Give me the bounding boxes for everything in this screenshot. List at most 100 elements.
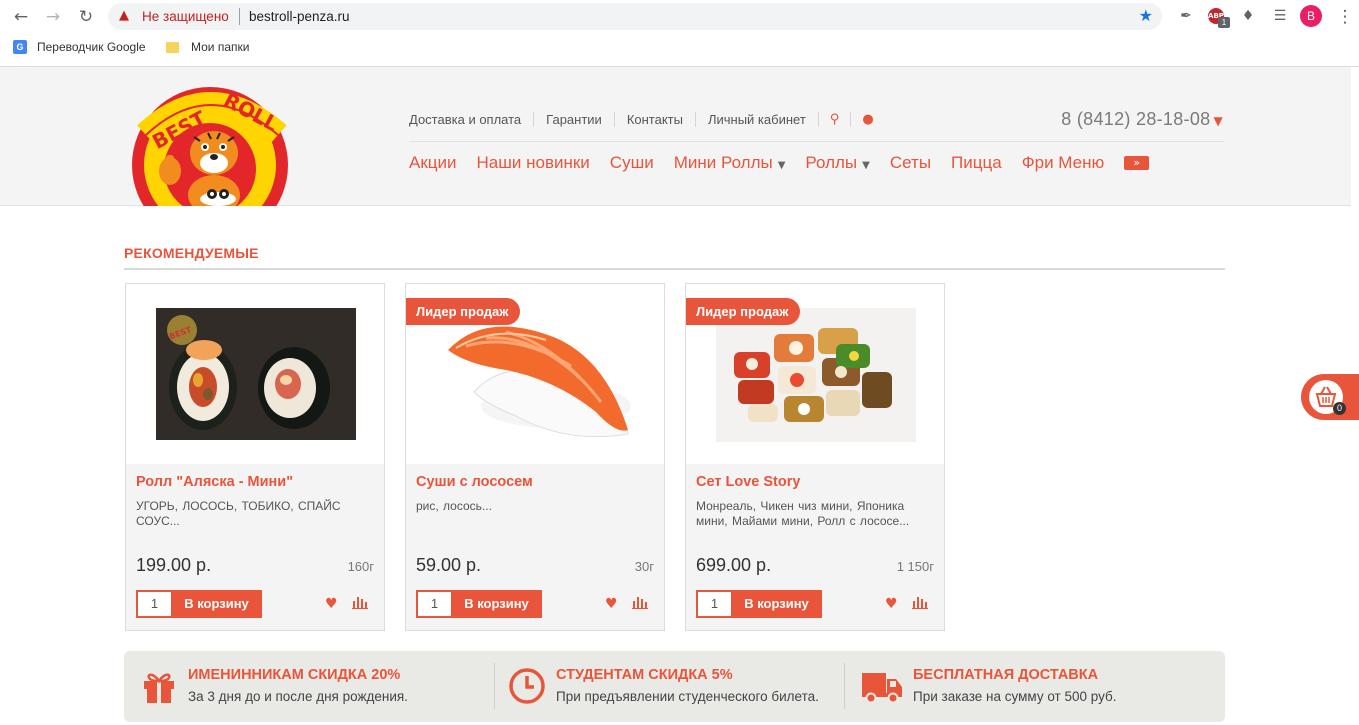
header-divider: [409, 141, 1224, 142]
extensions-puzzle-icon[interactable]: ♦: [1238, 6, 1258, 26]
menu-label: Роллы: [805, 153, 858, 172]
gift-icon: [144, 673, 174, 703]
add-to-cart-row: 1 В корзину: [136, 590, 262, 618]
chevron-down-icon: ▼: [862, 160, 870, 171]
promo-strip: ИМЕНИННИКАМ СКИДКА 20% За 3 дня до и пос…: [124, 651, 1225, 722]
bestseller-badge: Лидер продаж: [686, 298, 801, 325]
quantity-input[interactable]: 1: [696, 590, 731, 618]
promo-subtitle: При предъявлении студенческого билета.: [556, 689, 819, 704]
menu-kebab-icon[interactable]: ⋮: [1334, 6, 1356, 28]
promo-title: ИМЕНИННИКАМ СКИДКА 20%: [188, 667, 401, 683]
product-image[interactable]: Лидер продаж: [686, 284, 944, 464]
product-info: Сет Love Story Монреаль, Чикен чиз мини,…: [686, 464, 944, 630]
product-card: Лидер продаж Сет Love Story Монреаль, Чи…: [685, 283, 945, 631]
floating-cart-button[interactable]: 0: [1301, 374, 1359, 420]
back-icon[interactable]: ←: [10, 6, 32, 28]
chevron-down-icon: ▼: [777, 160, 786, 171]
add-to-cart-row: 1 В корзину: [696, 590, 822, 618]
search-icon[interactable]: ⚲: [819, 112, 852, 127]
add-to-cart-button[interactable]: В корзину: [731, 590, 822, 618]
heart-icon[interactable]: ♥: [885, 596, 898, 612]
menu-item-new[interactable]: Наши новинки: [477, 153, 590, 173]
product-info: Суши с лососем рис, лосось... 59.00 р. 3…: [406, 464, 664, 630]
product-card: Лидер продаж Суши с лососем рис, лосось.…: [405, 283, 665, 631]
more-menu-icon[interactable]: »: [1124, 156, 1150, 170]
bookmark-my-folders[interactable]: Мои папки: [166, 40, 249, 54]
bestseller-badge: Лидер продаж: [406, 298, 521, 325]
bookmark-google-translate[interactable]: G Переводчик Google: [13, 40, 146, 54]
reload-icon[interactable]: ↻: [75, 6, 97, 28]
menu-item-promotions[interactable]: Акции: [409, 153, 457, 173]
compare-chart-icon[interactable]: [912, 595, 928, 609]
omnibox-divider: [239, 8, 240, 25]
truck-icon: [862, 673, 902, 704]
product-image[interactable]: BEST: [126, 284, 384, 464]
promo-free-delivery: БЕСПЛАТНАЯ ДОСТАВКА При заказе на сумму …: [844, 651, 1225, 722]
product-price: 59.00 р.: [416, 555, 482, 575]
top-links: Доставка и оплата Гарантии Контакты Личн…: [409, 112, 885, 127]
heart-icon[interactable]: ♥: [325, 596, 338, 612]
link-contacts[interactable]: Контакты: [615, 112, 696, 127]
product-weight: 30г: [634, 559, 654, 574]
menu-item-fry-menu[interactable]: Фри Меню: [1022, 153, 1105, 173]
product-info: Ролл "Аляска - Мини" УГОРЬ, ЛОСОСЬ, ТОБИ…: [126, 464, 384, 630]
section-title: РЕКОМЕНДУЕМЫЕ: [124, 245, 259, 261]
product-name[interactable]: Ролл "Аляска - Мини": [136, 474, 293, 490]
product-description: УГОРЬ, ЛОСОСЬ, ТОБИКО, СПАЙС СОУС...: [136, 499, 341, 528]
link-account[interactable]: Личный кабинет: [696, 112, 819, 127]
site-header: BEST ROLL Доставка и оплата Гарантии Кон…: [0, 67, 1351, 206]
menu-item-rolls[interactable]: Роллы ▼: [805, 153, 869, 173]
link-guarantees[interactable]: Гарантии: [534, 112, 615, 127]
compare-chart-icon[interactable]: [352, 595, 368, 609]
menu-item-sushi[interactable]: Суши: [610, 153, 654, 173]
quantity-input[interactable]: 1: [136, 590, 171, 618]
menu-label: Мини Роллы: [673, 153, 773, 172]
promo-students: СТУДЕНТАМ СКИДКА 5% При предъявлении сту…: [494, 651, 844, 722]
eyedropper-extension-icon[interactable]: ✒: [1176, 6, 1196, 26]
product-image[interactable]: Лидер продаж: [406, 284, 664, 464]
link-delivery[interactable]: Доставка и оплата: [409, 112, 535, 127]
product-name[interactable]: Сет Love Story: [696, 474, 800, 490]
bookmark-label: Переводчик Google: [37, 40, 146, 54]
cart-count-badge: 0: [1333, 402, 1346, 415]
clock-icon: [509, 668, 545, 704]
warning-icon: ▲: [119, 8, 129, 23]
media-control-icon[interactable]: ☰: [1270, 6, 1290, 26]
promo-title: СТУДЕНТАМ СКИДКА 5%: [556, 667, 733, 683]
chevron-down-icon[interactable]: ▼: [1213, 114, 1223, 128]
product-weight: 160г: [347, 559, 374, 574]
browser-chrome: ← → ↻ ▲ Не защищено bestroll-penza.ru ★ …: [0, 0, 1359, 67]
compare-chart-icon[interactable]: [632, 595, 648, 609]
forward-icon[interactable]: →: [42, 6, 64, 28]
best-roll-logo[interactable]: BEST ROLL: [128, 83, 292, 206]
folder-icon: [166, 41, 179, 53]
user-icon[interactable]: ●: [851, 112, 884, 127]
product-description: рис, лосось...: [416, 499, 492, 513]
promo-title: БЕСПЛАТНАЯ ДОСТАВКА: [913, 667, 1099, 683]
address-bar[interactable]: ▲ Не защищено bestroll-penza.ru ★: [108, 3, 1162, 30]
product-card: BEST Ролл "Аляска - Мини" УГОРЬ, ЛОСОСЬ,…: [125, 283, 385, 631]
menu-item-pizza[interactable]: Пицца: [951, 153, 1002, 173]
product-name[interactable]: Суши с лососем: [416, 474, 533, 490]
bookmark-label: Мои папки: [191, 40, 250, 54]
product-price: 199.00 р.: [136, 555, 212, 575]
google-translate-icon: G: [13, 40, 27, 54]
add-to-cart-row: 1 В корзину: [416, 590, 542, 618]
menu-item-mini-rolls[interactable]: Мини Роллы ▼: [674, 153, 786, 173]
product-description: Монреаль, Чикен чиз мини, Японика мини, …: [696, 499, 910, 528]
profile-avatar[interactable]: B: [1300, 5, 1322, 27]
phone-text: 8 (8412) 28-18-08: [1061, 109, 1211, 129]
add-to-cart-button[interactable]: В корзину: [171, 590, 262, 618]
phone-number[interactable]: 8 (8412) 28-18-08 ▼: [1061, 109, 1223, 130]
heart-icon[interactable]: ♥: [605, 596, 618, 612]
url-text[interactable]: bestroll-penza.ru: [249, 9, 350, 24]
promo-subtitle: За 3 дня до и после дня рождения.: [188, 689, 408, 704]
section-divider: [124, 268, 1225, 270]
insecure-label[interactable]: Не защищено: [142, 9, 229, 24]
add-to-cart-button[interactable]: В корзину: [451, 590, 542, 618]
bookmark-star-icon[interactable]: ★: [1139, 6, 1153, 25]
quantity-input[interactable]: 1: [416, 590, 451, 618]
menu-item-sets[interactable]: Сеты: [890, 153, 931, 173]
adblock-count-badge: 1: [1218, 17, 1230, 28]
product-weight: 1 150г: [896, 559, 934, 574]
